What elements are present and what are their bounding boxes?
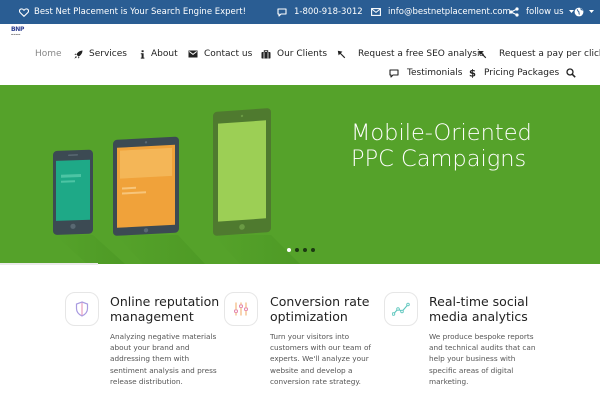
tagline: Best Net Placement is Your Search Engine… (19, 0, 246, 24)
cursor-arrow-icon (337, 50, 346, 58)
phone-link[interactable]: 1-800-918-3012 (277, 0, 363, 24)
cursor-arrow-icon (478, 50, 487, 58)
nav-services-label: Services (89, 49, 127, 59)
feature-text-line: release distribution. (110, 376, 183, 386)
chat-bubble-icon (389, 68, 399, 78)
nav-testimonials[interactable]: Testimonials (389, 66, 462, 80)
briefcase-icon (261, 49, 271, 58)
heart-icon (19, 7, 29, 17)
envelope-icon (188, 50, 198, 58)
slider-dot[interactable] (303, 248, 307, 252)
nav-ppc-request[interactable]: Request a pay per click (478, 47, 600, 61)
nav-home[interactable]: Home (35, 47, 62, 61)
nav-about[interactable]: About (140, 47, 178, 61)
feature-text-line: marketing. (429, 376, 469, 386)
feature-text-line: website and develop a (270, 365, 353, 375)
search-icon (566, 68, 576, 78)
feature-text-line: sentiment analysis and press (110, 365, 217, 375)
feature-icon-box (65, 292, 99, 326)
nav-home-label: Home (35, 49, 62, 59)
caret-down-icon (568, 10, 574, 13)
logo-underline: ▬▬▬▬ (11, 33, 21, 36)
feature-title-line: Conversion rate (270, 294, 370, 309)
search-button[interactable] (566, 66, 576, 80)
feature-description: Analyzing negative materials about your … (110, 331, 217, 387)
nav-services[interactable]: Services (74, 47, 127, 61)
info-icon (140, 49, 145, 59)
nav-ppc-label: Request a pay per click (499, 49, 600, 59)
device-illustration (53, 108, 300, 264)
feature-title: Conversion rate optimization (270, 294, 369, 324)
follow-us-dropdown[interactable]: follow us (509, 0, 574, 24)
share-icon (509, 7, 519, 17)
feature-text-line: about your brand and (110, 343, 190, 353)
feature-text-line: and technical audits that can (429, 343, 536, 353)
sliders-icon (234, 302, 248, 316)
phone-number: 1-800-918-3012 (294, 7, 363, 17)
feature-description: Turn your visitors into customers with o… (270, 331, 371, 387)
feature-description: We produce bespoke reports and technical… (429, 331, 536, 387)
feature-text-line: conversion rate strategy. (270, 376, 362, 386)
nav-seo-label: Request a free SEO analysis (358, 49, 485, 59)
nav-clients-label: Our Clients (277, 49, 328, 59)
feature-icon-box (224, 292, 258, 326)
svg-text:$: $ (469, 69, 476, 79)
feature-text-line: customers with our team of (270, 343, 371, 353)
slider-progress-line (0, 263, 98, 265)
feature-text-line: help your business with (429, 354, 516, 364)
slider-dot[interactable] (311, 248, 315, 252)
rocket-icon (74, 50, 83, 59)
nav-testimonials-label: Testimonials (407, 68, 463, 78)
hero-title-line-2: PPC Campaigns (351, 146, 527, 172)
chart-line-icon (392, 302, 410, 316)
caret-down-icon (589, 10, 594, 13)
slider-dot[interactable] (287, 248, 291, 252)
feature-text-line: addressing them with (110, 354, 190, 364)
hero-slider (0, 85, 600, 264)
follow-us-label: follow us (526, 7, 564, 17)
feature-title-line: management (110, 309, 194, 324)
nav-contact-label: Contact us (204, 49, 253, 59)
email-address: info@bestnetplacement.com (388, 7, 511, 17)
language-dropdown[interactable] (574, 0, 594, 24)
nav-clients[interactable]: Our Clients (261, 47, 327, 61)
feature-title-line: Online reputation (110, 294, 220, 309)
envelope-icon (371, 8, 381, 16)
top-bar: Best Net Placement is Your Search Engine… (0, 0, 600, 24)
feature-icon-box (384, 292, 418, 326)
nav-pricing-label: Pricing Packages (484, 68, 560, 78)
hero-title: Mobile-Oriented PPC Campaigns (351, 120, 532, 172)
feature-title-line: Real-time social (429, 294, 529, 309)
feature-text-line: We produce bespoke reports (429, 332, 534, 341)
tagline-text: Best Net Placement is Your Search Engine… (34, 7, 247, 17)
feature-text-line: Analyzing negative materials (110, 332, 217, 341)
large-tablet-device (213, 108, 271, 236)
site-logo[interactable]: BNP ▬▬▬▬ (11, 27, 25, 39)
nav-contact[interactable]: Contact us (188, 47, 252, 61)
feature-title: Real-time social media analytics (429, 294, 528, 324)
slider-dots (287, 248, 315, 252)
feature-text-line: Turn your visitors into (270, 332, 350, 341)
nav-pricing[interactable]: $ Pricing Packages (469, 66, 559, 80)
feature-text-line: experts. We'll analyze your (270, 354, 369, 364)
feature-title: Online reputation management (110, 294, 219, 324)
globe-icon (574, 7, 584, 17)
tablet-device (113, 136, 179, 236)
chat-bubble-icon (277, 7, 287, 17)
hero-title-line-1: Mobile-Oriented (351, 120, 532, 146)
shield-icon (75, 301, 89, 317)
email-link[interactable]: info@bestnetplacement.com (371, 0, 511, 24)
feature-text-line: specific areas of digital (429, 365, 514, 375)
nav-about-label: About (151, 49, 178, 59)
feature-title-line: optimization (270, 309, 348, 324)
phone-device (53, 149, 93, 235)
feature-title-line: media analytics (429, 309, 528, 324)
slider-dot[interactable] (295, 248, 299, 252)
dollar-icon: $ (469, 69, 476, 79)
nav-seo-analysis[interactable]: Request a free SEO analysis (337, 47, 484, 61)
